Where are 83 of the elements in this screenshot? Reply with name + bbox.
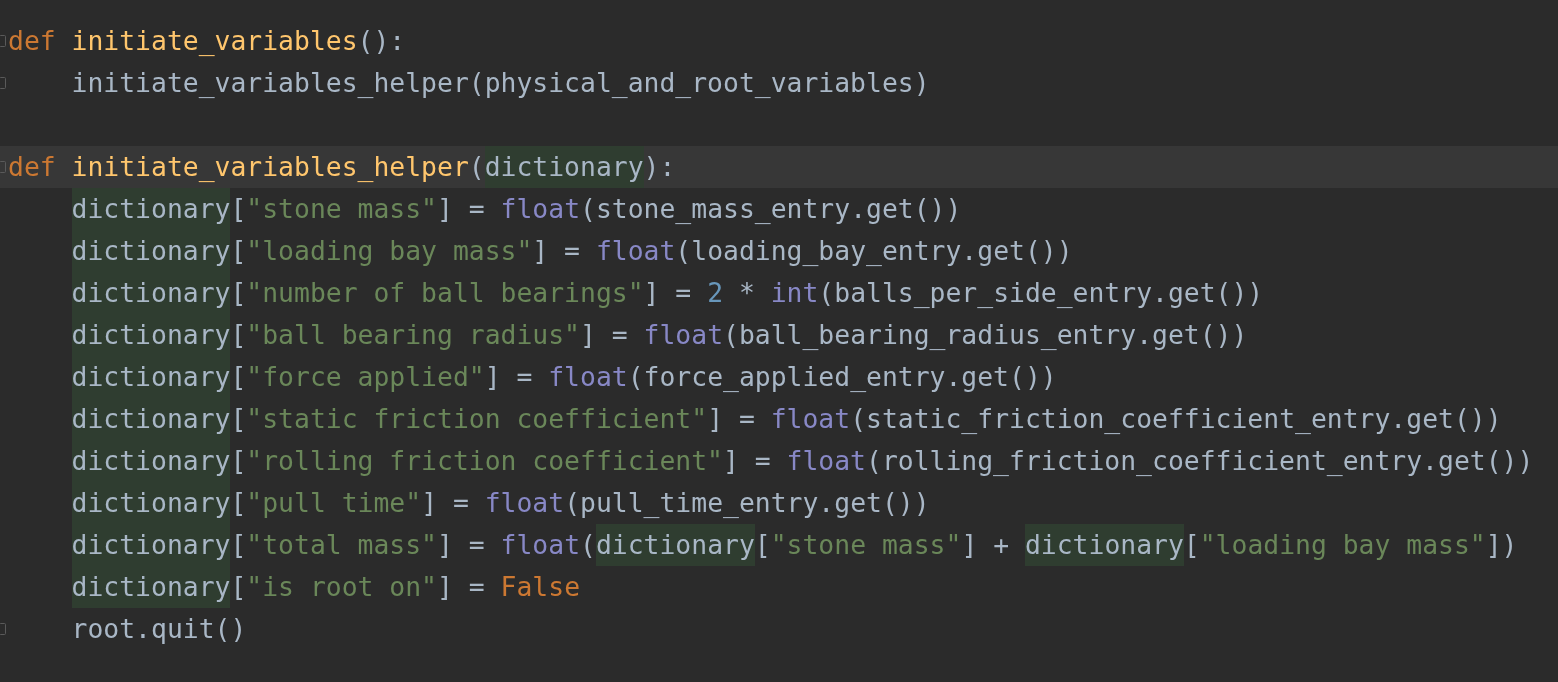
code-text: (force_applied_entry.get()) (627, 360, 1057, 394)
fold-marker-icon[interactable] (0, 623, 6, 635)
highlighted-identifier: dictionary (595, 524, 755, 566)
string-literal: "number of ball bearings" (246, 276, 644, 310)
code-text: ] = (532, 234, 581, 268)
string-literal: "loading bay mass" (246, 234, 533, 268)
string-literal: "force applied" (246, 360, 485, 394)
string-literal: "rolling friction coefficient" (246, 444, 723, 478)
code-text: (): (357, 24, 406, 58)
builtin-name: float (500, 528, 581, 562)
code-text: [ (754, 528, 771, 562)
code-text: ] = (643, 276, 693, 310)
code-text: ] = (580, 318, 629, 352)
code-text: (rolling_friction_coefficient_entry.get()) (866, 444, 1534, 478)
string-literal: "stone mass" (770, 528, 962, 562)
fold-marker-icon[interactable] (0, 77, 6, 89)
string-literal: "total mass" (246, 528, 437, 562)
function-name: initiate_variables (71, 24, 358, 58)
code-text: ] = (421, 486, 470, 520)
string-literal: "pull time" (246, 486, 422, 520)
highlighted-identifier: dictionary (71, 188, 231, 230)
builtin-name: float (484, 486, 565, 520)
string-literal: "is root on" (246, 570, 437, 604)
builtin-name: float (548, 360, 628, 394)
code-text: (pull_time_entry.get()) (564, 486, 930, 520)
number-literal: 2 (707, 276, 723, 310)
code-text: ] = (437, 192, 486, 226)
highlighted-identifier: dictionary (71, 272, 231, 314)
code-text: (ball_bearing_radius_entry.get()) (723, 318, 1248, 352)
code-text: [ (230, 318, 247, 352)
code-text: [ (230, 234, 247, 268)
string-literal: "static friction coefficient" (246, 402, 708, 436)
highlighted-identifier: dictionary (1024, 524, 1184, 566)
keyword: def (8, 150, 56, 184)
builtin-name: float (595, 234, 676, 268)
function-name: initiate_variables_helper (71, 150, 469, 184)
code-text: (stone_mass_entry.get()) (580, 192, 962, 226)
string-literal: "stone mass" (246, 192, 437, 226)
builtin-name: float (643, 318, 724, 352)
highlighted-identifier: dictionary (71, 230, 231, 272)
highlighted-identifier: dictionary (484, 146, 644, 188)
code-text: [ (230, 360, 247, 394)
string-literal: "ball bearing radius" (246, 318, 580, 352)
code-text: ): (643, 150, 676, 184)
code-text: ] = (484, 360, 534, 394)
code-text: ] = (437, 528, 486, 562)
fold-marker-icon[interactable] (0, 35, 6, 47)
builtin-name: float (770, 402, 851, 436)
fold-marker-icon[interactable] (0, 161, 6, 173)
highlighted-identifier: dictionary (71, 524, 231, 566)
code-text: [ (1183, 528, 1200, 562)
keyword: False (500, 570, 581, 604)
keyword: def (8, 24, 56, 58)
highlighted-identifier: dictionary (71, 356, 231, 398)
code-text: ] = (723, 444, 772, 478)
highlighted-identifier: dictionary (71, 398, 231, 440)
code-text: ( (580, 528, 596, 562)
code-text: (loading_bay_entry.get()) (675, 234, 1073, 268)
highlighted-identifier: dictionary (71, 482, 231, 524)
code-text: [ (230, 528, 247, 562)
highlighted-identifier: dictionary (71, 314, 231, 356)
code-text: [ (230, 192, 247, 226)
code-text: initiate_variables_helper(physical_and_root_variables) (71, 66, 930, 100)
builtin-name: float (500, 192, 581, 226)
code-text: [ (230, 444, 247, 478)
highlighted-identifier: dictionary (71, 440, 231, 482)
code-text: (balls_per_side_entry.get()) (818, 276, 1264, 310)
string-literal: "loading bay mass" (1199, 528, 1486, 562)
code-text: ] + (961, 528, 1011, 562)
code-text: ( (468, 150, 485, 184)
highlighted-identifier: dictionary (71, 566, 231, 608)
code-text: ] = (437, 570, 486, 604)
code-text: ]) (1485, 528, 1518, 562)
code-text: [ (230, 276, 247, 310)
code-text: [ (230, 402, 247, 436)
builtin-name: int (770, 276, 819, 310)
code-text: [ (230, 486, 247, 520)
code-text: root.quit() (71, 612, 247, 646)
code-text: ] = (707, 402, 756, 436)
code-text: [ (230, 570, 247, 604)
builtin-name: float (786, 444, 866, 478)
code-text: (static_friction_coefficient_entry.get()) (850, 402, 1502, 436)
code-text: * (737, 276, 756, 310)
